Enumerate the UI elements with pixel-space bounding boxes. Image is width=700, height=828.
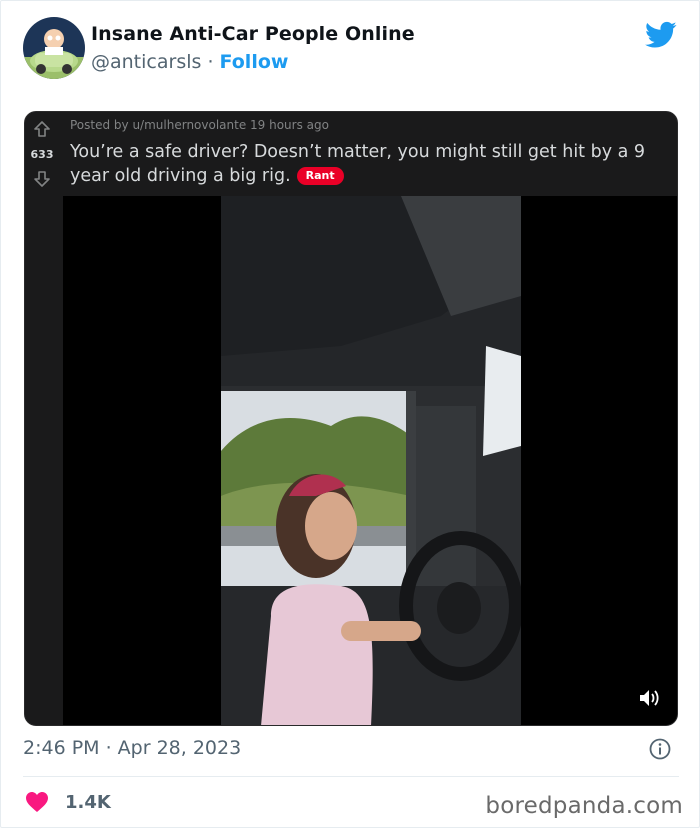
- post-title: You’re a safe driver? Doesn’t matter, yo…: [70, 140, 670, 188]
- info-icon[interactable]: [649, 738, 671, 760]
- vote-score: 633: [30, 148, 54, 161]
- downvote-arrow-icon: [34, 171, 50, 187]
- tweet-card: Insane Anti-Car People Online @anticarsl…: [0, 0, 700, 828]
- watermark: boredpanda.com: [485, 793, 683, 819]
- vote-column: 633: [25, 112, 59, 196]
- post-meta: Posted by u/mulhernovolante 19 hours ago: [70, 118, 329, 132]
- handle-line: @anticarsls · Follow: [91, 51, 288, 73]
- video-frame: [221, 196, 521, 725]
- avatar[interactable]: [23, 17, 85, 79]
- like-count: 1.4K: [65, 791, 111, 813]
- separator: ·: [207, 51, 214, 73]
- author-handle[interactable]: @anticarsls: [91, 51, 201, 73]
- twitter-bird-icon[interactable]: [645, 21, 677, 49]
- avatar-cartoon-icon: [23, 17, 85, 79]
- author-name[interactable]: Insane Anti-Car People Online: [91, 23, 415, 45]
- embedded-reddit-screenshot[interactable]: 633 Posted by u/mulhernovolante 19 hours…: [24, 111, 678, 726]
- divider: [23, 776, 679, 777]
- heart-icon: [26, 792, 48, 812]
- like-button[interactable]: 1.4K: [25, 789, 111, 815]
- video-still-image: [221, 196, 521, 725]
- upvote-arrow-icon: [34, 121, 50, 137]
- video-player[interactable]: [63, 196, 677, 725]
- follow-button[interactable]: Follow: [220, 51, 289, 73]
- tweet-timestamp[interactable]: 2:46 PM · Apr 28, 2023: [23, 737, 241, 759]
- volume-icon[interactable]: [638, 688, 660, 708]
- post-flair: Rant: [296, 167, 344, 185]
- post-title-text: You’re a safe driver? Doesn’t matter, yo…: [70, 142, 646, 186]
